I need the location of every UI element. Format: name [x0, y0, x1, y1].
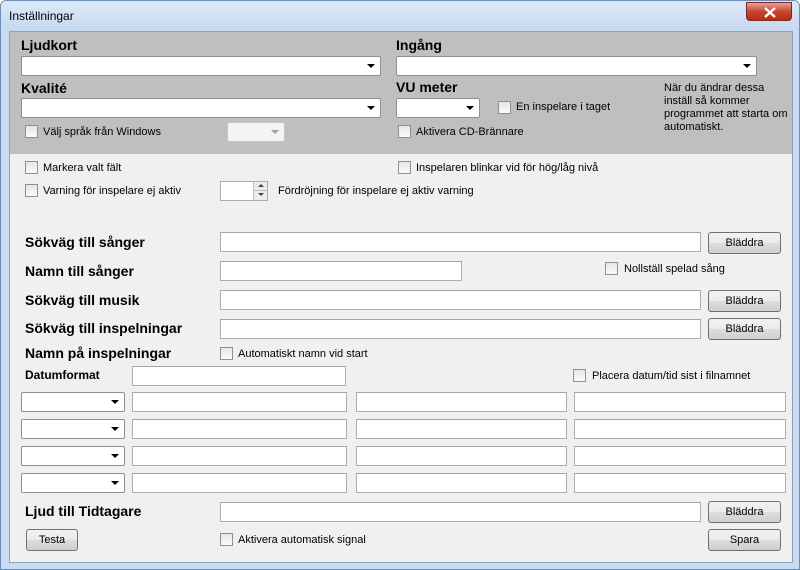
- kvalite-select[interactable]: [21, 98, 381, 118]
- auto-signal-label: Aktivera automatisk signal: [238, 534, 366, 546]
- auto-namn-checkbox[interactable]: [220, 347, 233, 360]
- name-part-field[interactable]: [132, 392, 347, 412]
- name-part-field[interactable]: [132, 446, 347, 466]
- datumformat-label: Datumformat: [25, 368, 100, 382]
- markera-checkbox[interactable]: [25, 161, 38, 174]
- cd-brannare-checkbox[interactable]: [398, 125, 411, 138]
- window-title: Inställningar: [9, 9, 74, 23]
- browse-musik-button[interactable]: Bläddra: [708, 290, 781, 312]
- name-part-field[interactable]: [574, 446, 786, 466]
- name-part-select[interactable]: [21, 419, 125, 439]
- namn-sanger-input[interactable]: [220, 261, 462, 281]
- sokvag-inspelningar-input[interactable]: [220, 319, 701, 339]
- inspelaren-blinkar-label: Inspelaren blinkar vid för hög/låg nivå: [416, 162, 599, 174]
- device-settings-panel: Ljudkort Ingång Kvalité VU meter En insp…: [10, 32, 792, 154]
- name-part-field[interactable]: [356, 473, 567, 493]
- spin-up-icon[interactable]: [253, 182, 267, 191]
- chevron-down-icon: [111, 427, 119, 431]
- sokvag-musik-label: Sökväg till musik: [25, 292, 140, 308]
- browse-inspelningar-button[interactable]: Bläddra: [708, 318, 781, 340]
- spin-down-icon[interactable]: [253, 191, 267, 200]
- ljudkort-label: Ljudkort: [21, 37, 77, 53]
- ingang-label: Ingång: [396, 37, 442, 53]
- chevron-down-icon: [111, 454, 119, 458]
- auto-signal-checkbox[interactable]: [220, 533, 233, 546]
- vu-meter-select[interactable]: [396, 98, 480, 118]
- delay-spinner[interactable]: [220, 181, 268, 201]
- name-part-select[interactable]: [21, 392, 125, 412]
- varning-label: Varning för inspelare ej aktiv: [43, 185, 181, 197]
- sokvag-sanger-label: Sökväg till sånger: [25, 234, 145, 250]
- chevron-down-icon: [367, 64, 375, 68]
- chevron-down-icon: [111, 481, 119, 485]
- vu-meter-label: VU meter: [396, 79, 458, 95]
- valj-sprak-label: Välj språk från Windows: [43, 126, 161, 138]
- inspelaren-blinkar-checkbox[interactable]: [398, 161, 411, 174]
- sokvag-musik-input[interactable]: [220, 290, 701, 310]
- name-part-field[interactable]: [132, 419, 347, 439]
- sokvag-sanger-input[interactable]: [220, 232, 701, 252]
- ljud-tidtagare-label: Ljud till Tidtagare: [25, 503, 142, 519]
- settings-content: Ljudkort Ingång Kvalité VU meter En insp…: [9, 31, 793, 563]
- name-part-field[interactable]: [356, 419, 567, 439]
- sokvag-inspelningar-label: Sökväg till inspelningar: [25, 320, 183, 336]
- name-part-field[interactable]: [574, 473, 786, 493]
- markera-label: Markera valt fält: [43, 162, 122, 174]
- chevron-down-icon: [367, 106, 375, 110]
- name-part-field[interactable]: [574, 392, 786, 412]
- name-part-field[interactable]: [132, 473, 347, 493]
- namn-inspelningar-label: Namn på inspelningar: [25, 345, 172, 361]
- datumformat-input[interactable]: [132, 366, 346, 386]
- chevron-down-icon: [466, 106, 474, 110]
- varning-checkbox[interactable]: [25, 184, 38, 197]
- placera-datum-checkbox[interactable]: [573, 369, 586, 382]
- spara-button[interactable]: Spara: [708, 529, 781, 551]
- close-icon: [764, 7, 776, 18]
- name-part-field[interactable]: [356, 392, 567, 412]
- name-part-field[interactable]: [574, 419, 786, 439]
- cd-brannare-label: Aktivera CD-Brännare: [416, 126, 524, 138]
- chevron-down-icon: [111, 400, 119, 404]
- testa-button[interactable]: Testa: [26, 529, 78, 551]
- title-bar[interactable]: Inställningar: [1, 1, 799, 31]
- close-button[interactable]: [746, 2, 792, 21]
- nollstall-label: Nollställ spelad sång: [624, 263, 725, 275]
- name-part-select[interactable]: [21, 446, 125, 466]
- ljudkort-select[interactable]: [21, 56, 381, 76]
- valj-sprak-checkbox[interactable]: [25, 125, 38, 138]
- name-part-field[interactable]: [356, 446, 567, 466]
- chevron-down-icon: [271, 130, 279, 134]
- restart-note: När du ändrar dessa inställ så kommer pr…: [664, 82, 788, 133]
- nollstall-checkbox[interactable]: [605, 262, 618, 275]
- placera-datum-label: Placera datum/tid sist i filnamnet: [592, 370, 751, 382]
- browse-tidtagare-button[interactable]: Bläddra: [708, 501, 781, 523]
- ingang-select[interactable]: [396, 56, 757, 76]
- fordrojning-label: Fördröjning för inspelare ej aktiv varni…: [278, 185, 474, 197]
- ljud-tidtagare-input[interactable]: [220, 502, 701, 522]
- en-inspelare-label: En inspelare i taget: [516, 101, 611, 113]
- name-part-select[interactable]: [21, 473, 125, 493]
- browse-sanger-button[interactable]: Bläddra: [708, 232, 781, 254]
- en-inspelare-checkbox[interactable]: [498, 101, 511, 114]
- settings-window: Inställningar Ljudkort Ingång Kvalité VU…: [0, 0, 800, 570]
- namn-sanger-label: Namn till sånger: [25, 263, 134, 279]
- auto-namn-label: Automatiskt namn vid start: [238, 348, 368, 360]
- chevron-down-icon: [743, 64, 751, 68]
- language-select[interactable]: [227, 122, 285, 142]
- kvalite-label: Kvalité: [21, 80, 67, 96]
